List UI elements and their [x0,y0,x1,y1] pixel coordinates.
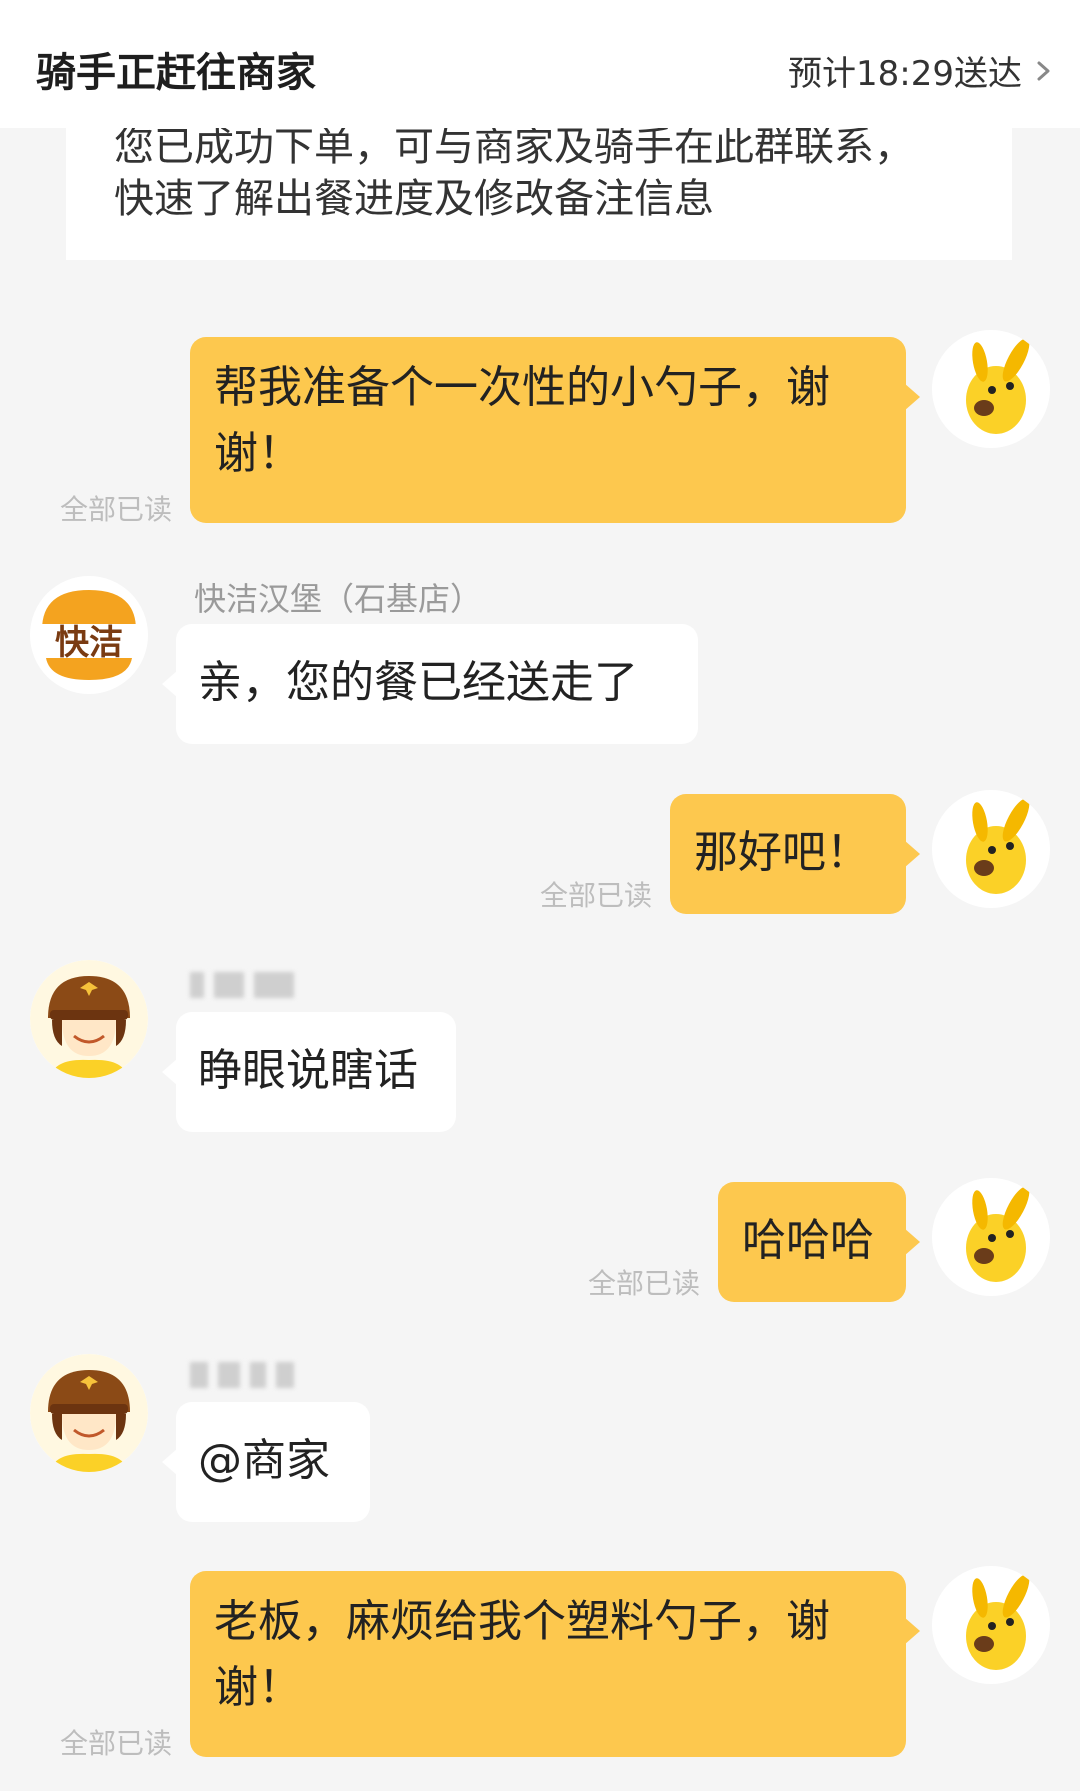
message-text-line: 谢！ [214,1662,302,1713]
yellow-kangaroo-icon [932,1178,1050,1296]
yellow-kangaroo-icon [932,330,1050,448]
message-text-line: 帮我准备个一次性的小勺子，谢 [214,362,830,413]
read-status: 全部已读 [60,493,173,526]
user-avatar[interactable] [932,1178,1050,1296]
message-text-line: 哈哈哈 [742,1215,874,1266]
incoming-message-bubble[interactable]: 睁眼说瞎话 [162,1012,456,1132]
bubble-tail [904,1617,920,1645]
message-text-line: 亲，您的餐已经送走了 [198,657,638,708]
chat-header: 骑手正赶往商家 预计18:29送达 [0,0,1080,128]
bubble-tail [904,383,920,411]
notice-line-2: 快速了解出餐进度及修改备注信息 [114,176,714,222]
bubble-tail [904,840,920,868]
bubble-tail [904,1228,920,1256]
message-row: 那好吧！ 全部已读 [0,786,1080,916]
incoming-message-bubble[interactable]: @商家 [162,1402,370,1522]
message-row: 老板，麻烦给我个塑料勺子，谢 谢！ 全部已读 [0,1566,1080,1766]
merchant-avatar[interactable]: 快洁 [30,576,148,694]
courier-rider-icon [30,1354,148,1472]
user-avatar[interactable] [932,330,1050,448]
user-avatar[interactable] [932,1566,1050,1684]
read-status: 全部已读 [60,1727,173,1760]
message-row: @商家 [0,1350,1080,1530]
message-text-line: 老板，麻烦给我个塑料勺子，谢 [214,1596,830,1647]
read-status: 全部已读 [588,1267,701,1300]
eta-link[interactable]: 预计18:29送达 [788,46,1054,95]
message-text-line: 那好吧！ [694,827,870,878]
page-title: 骑手正赶往商家 [36,50,316,96]
sender-name-blurred [190,1358,294,1392]
message-text-line: 谢！ [214,428,302,479]
outgoing-message-bubble[interactable]: 老板，麻烦给我个塑料勺子，谢 谢！ [190,1571,920,1757]
bubble-tail [162,670,178,698]
chevron-right-icon [1037,61,1050,80]
read-status: 全部已读 [540,879,653,912]
message-row: 帮我准备个一次性的小勺子，谢 谢！ 全部已读 [0,330,1080,530]
outgoing-message-bubble[interactable]: 帮我准备个一次性的小勺子，谢 谢！ [190,337,920,523]
bubble-tail [162,1448,178,1476]
logo-lettering: 快洁 [55,623,123,663]
message-text-line: 睁眼说瞎话 [198,1045,418,1096]
yellow-kangaroo-icon [932,790,1050,908]
outgoing-message-bubble[interactable]: 那好吧！ [670,794,920,914]
message-row: 睁眼说瞎话 [0,956,1080,1146]
sender-name: 快洁汉堡（石基店） [194,580,483,618]
sender-name-blurred [190,968,294,1002]
rider-avatar[interactable] [30,1354,148,1472]
message-text-line: @商家 [198,1435,330,1486]
incoming-message-bubble[interactable]: 亲，您的餐已经送走了 [162,624,698,744]
message-row: 快洁 快洁汉堡（石基店） 亲，您的餐已经送走了 [0,568,1080,758]
eta-text: 预计18:29送达 [788,54,1022,94]
message-row: 哈哈哈 全部已读 [0,1178,1080,1308]
yellow-kangaroo-icon [932,1566,1050,1684]
bubble-tail [162,1058,178,1086]
user-avatar[interactable] [932,790,1050,908]
outgoing-message-bubble[interactable]: 哈哈哈 [718,1182,920,1302]
rider-avatar[interactable] [30,960,148,1078]
burger-logo-icon: 快洁 [30,576,148,694]
courier-rider-icon [30,960,148,1078]
